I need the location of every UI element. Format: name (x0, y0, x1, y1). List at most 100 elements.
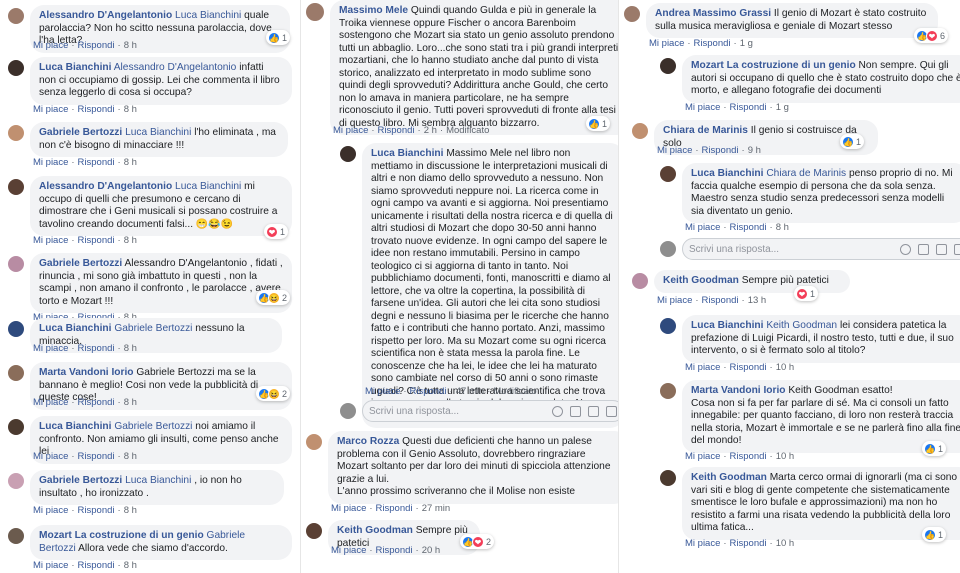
gif-icon[interactable] (936, 243, 947, 255)
comment-author-link[interactable]: Marco Rozza (337, 436, 399, 447)
like-button[interactable]: Mi piace (685, 102, 720, 113)
sticker-icon[interactable] (606, 405, 617, 417)
mention-link[interactable]: Gabriele Bertozzi (114, 421, 192, 432)
mention-link[interactable]: Luca Bianchini (175, 10, 241, 21)
avatar[interactable] (632, 273, 648, 289)
comment-author-link[interactable]: Marta Vandoni Iorio (691, 385, 786, 396)
avatar[interactable] (8, 125, 24, 141)
like-button[interactable]: Mi piace (33, 343, 68, 354)
reaction-summary[interactable]: 👍 😆 2 (256, 386, 291, 401)
like-button[interactable]: Mi piace (657, 145, 692, 156)
reply-button[interactable]: Rispondi (730, 538, 767, 549)
mention-link[interactable]: Keith Goodman (766, 320, 837, 331)
modified-label[interactable]: Modificato (446, 125, 489, 136)
mention-link[interactable]: Luca Bianchini (175, 181, 241, 192)
comment-author-link[interactable]: Andrea Massimo Grassi (655, 8, 771, 19)
avatar[interactable] (660, 166, 676, 182)
like-button[interactable]: Mi piace (685, 222, 720, 233)
comment-timestamp[interactable]: 10 h (776, 538, 795, 549)
mention-link[interactable]: Luca Bianchini (125, 475, 191, 486)
reply-button[interactable]: Rispondi (376, 545, 413, 556)
reaction-summary[interactable]: 👍 1 (840, 134, 865, 149)
like-button[interactable]: Mi piace (365, 386, 400, 397)
like-button[interactable]: Mi piace (33, 451, 68, 462)
camera-icon[interactable] (918, 243, 929, 255)
emoji-icon[interactable] (552, 405, 563, 417)
avatar[interactable] (8, 8, 24, 24)
emoji-icon[interactable] (900, 243, 911, 255)
comment-author-link[interactable]: Keith Goodman (663, 275, 739, 286)
mention-link[interactable]: Alessandro D'Angelantonio (114, 62, 237, 73)
comment-timestamp[interactable]: 2 h (424, 125, 437, 136)
reply-button[interactable]: Rispondi (730, 102, 767, 113)
comment-author-link[interactable]: Gabriele Bertozzi (39, 127, 122, 138)
comment-author-link[interactable]: Alessandro D'Angelantonio (39, 181, 172, 192)
reaction-summary[interactable]: 👍 1 (922, 441, 947, 456)
comment-timestamp[interactable]: 8 h (124, 235, 137, 246)
comment-author-link[interactable]: Massimo Mele (339, 5, 408, 16)
avatar[interactable] (340, 146, 356, 162)
avatar[interactable] (306, 523, 322, 539)
comment-timestamp[interactable]: 8 h (124, 40, 137, 51)
reaction-summary[interactable]: 👍 1 (586, 116, 611, 131)
comment-author-link[interactable]: Keith Goodman (337, 525, 413, 536)
reaction-summary[interactable]: ❤ 1 (264, 224, 289, 239)
reply-button[interactable]: Rispondi (694, 38, 731, 49)
avatar[interactable] (8, 321, 24, 337)
avatar[interactable] (632, 123, 648, 139)
reply-input[interactable]: Scrivi una risposta... (682, 238, 960, 260)
avatar[interactable] (660, 383, 676, 399)
comment-author-link[interactable]: Luca Bianchini (691, 168, 763, 179)
modified-label[interactable]: Modificato (493, 386, 536, 397)
mention-link[interactable]: Chiara de Marinis (766, 168, 846, 179)
reply-button[interactable]: Rispondi (78, 505, 115, 516)
avatar[interactable] (660, 58, 676, 74)
reaction-summary[interactable]: 👍 ❤ 6 (914, 28, 949, 43)
comment-timestamp[interactable]: 47 min (456, 386, 485, 397)
comment-timestamp[interactable]: 8 h (124, 157, 137, 168)
like-button[interactable]: Mi piace (33, 40, 68, 51)
like-button[interactable]: Mi piace (33, 560, 68, 571)
avatar[interactable] (660, 318, 676, 334)
reply-button[interactable]: Rispondi (702, 145, 739, 156)
like-button[interactable]: Mi piace (685, 451, 720, 462)
reply-button[interactable]: Rispondi (730, 451, 767, 462)
reply-button[interactable]: Rispondi (730, 222, 767, 233)
comment-author-link[interactable]: Mozart La costruzione di un genio (691, 60, 856, 71)
avatar[interactable] (306, 434, 322, 450)
comment-author-link[interactable]: Alessandro D'Angelantonio (39, 10, 172, 21)
gif-icon[interactable] (588, 405, 599, 417)
comment-timestamp[interactable]: 8 h (124, 397, 137, 408)
reply-button[interactable]: Rispondi (378, 125, 415, 136)
avatar[interactable] (624, 6, 640, 22)
comment-timestamp[interactable]: 10 h (776, 362, 795, 373)
avatar[interactable] (8, 528, 24, 544)
comment-author-link[interactable]: Mozart La costruzione di un genio (39, 530, 204, 541)
like-button[interactable]: Mi piace (685, 362, 720, 373)
comment-author-link[interactable]: Luca Bianchini (371, 148, 443, 159)
reaction-summary[interactable]: 👍 😆 2 (256, 290, 291, 305)
comment-timestamp[interactable]: 8 h (124, 505, 137, 516)
reply-button[interactable]: Rispondi (78, 451, 115, 462)
reaction-summary[interactable]: 👍 1 (922, 527, 947, 542)
comment-author-link[interactable]: Gabriele Bertozzi (39, 475, 122, 486)
like-button[interactable]: Mi piace (33, 157, 68, 168)
like-button[interactable]: Mi piace (685, 538, 720, 549)
comment-timestamp[interactable]: 8 h (124, 451, 137, 462)
avatar[interactable] (8, 256, 24, 272)
reaction-summary[interactable]: 👍 1 (266, 30, 291, 45)
like-button[interactable]: Mi piace (33, 235, 68, 246)
reaction-summary[interactable]: ❤ 1 (794, 286, 819, 301)
like-button[interactable]: Mi piace (331, 545, 366, 556)
comment-timestamp[interactable]: 1 g (776, 102, 789, 113)
mention-link[interactable]: Gabriele Bertozzi (114, 323, 192, 334)
mention-link[interactable]: Luca Bianchini (125, 127, 191, 138)
avatar[interactable] (8, 473, 24, 489)
comment-author-link[interactable]: Gabriele Bertozzi (39, 258, 122, 269)
sticker-icon[interactable] (954, 243, 960, 255)
like-button[interactable]: Mi piace (33, 397, 68, 408)
avatar[interactable] (8, 179, 24, 195)
reply-button[interactable]: Rispondi (730, 362, 767, 373)
comment-timestamp[interactable]: 8 h (776, 222, 789, 233)
comment-timestamp[interactable]: 13 h (748, 295, 767, 306)
